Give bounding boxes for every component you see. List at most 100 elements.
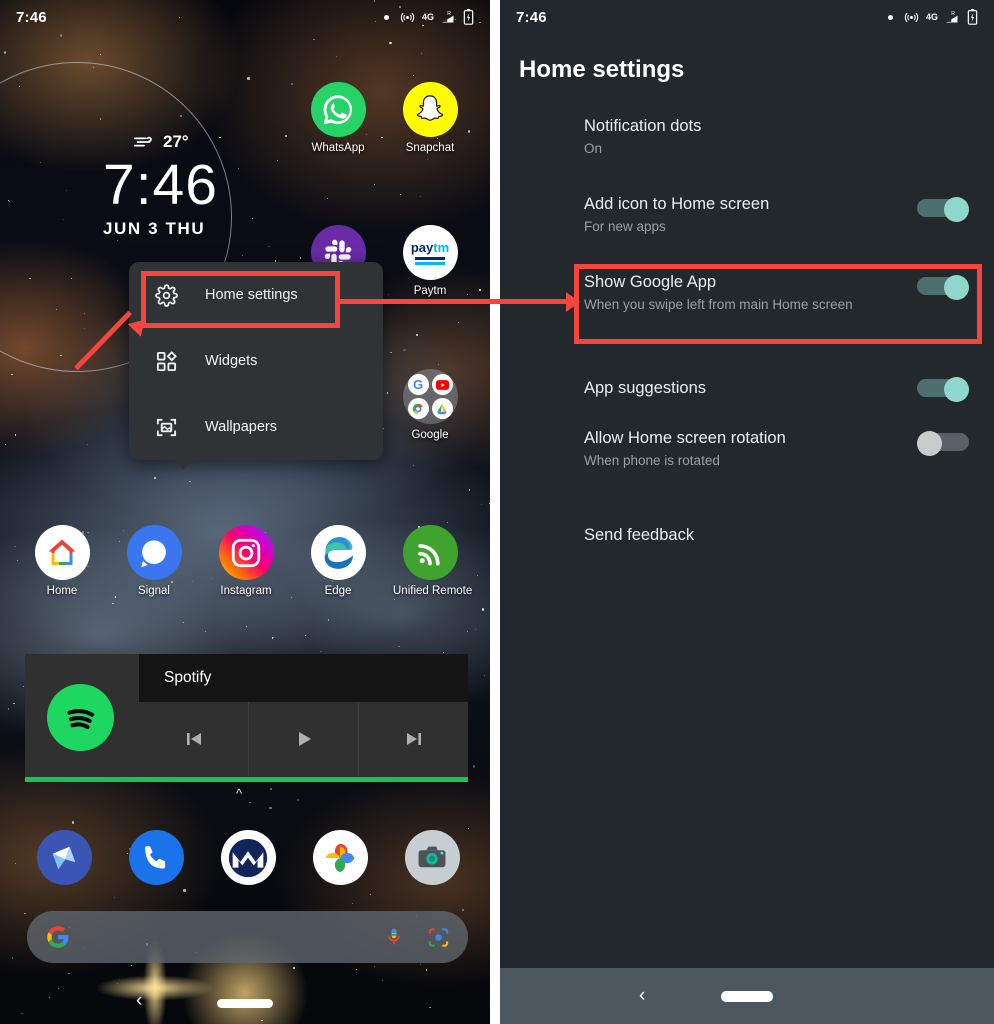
- setting-texts: App suggestions: [584, 377, 917, 399]
- menu-item-wallpapers[interactable]: Wallpapers: [129, 394, 383, 460]
- annotation-arrow-horizontal-line: [340, 299, 568, 304]
- app-home[interactable]: Home: [25, 525, 99, 597]
- dock-app-phone[interactable]: [119, 830, 193, 885]
- google-search-bar[interactable]: [27, 911, 468, 963]
- menu-item-widgets[interactable]: Widgets: [129, 328, 383, 394]
- toggle-allow-home-screen-rotation[interactable]: [917, 431, 969, 456]
- microphone-icon[interactable]: [383, 926, 405, 948]
- status-bar-icons: 4G R: [383, 9, 474, 25]
- toggle-thumb: [944, 377, 969, 402]
- spotify-widget[interactable]: Spotify: [25, 654, 468, 782]
- app-snapchat[interactable]: Snapchat: [393, 82, 467, 154]
- menu-tail: [172, 458, 194, 470]
- menu-item-label: Widgets: [205, 353, 258, 369]
- whatsapp-icon: [310, 82, 366, 137]
- google-photos-icon: [312, 830, 368, 885]
- app-label: WhatsApp: [311, 142, 365, 154]
- setting-row-allow-home-screen-rotation[interactable]: Allow Home screen rotation When phone is…: [500, 427, 994, 505]
- dock-app-mail[interactable]: [27, 830, 101, 885]
- setting-row-add-icon-to-home-screen[interactable]: Add icon to Home screen For new apps: [500, 193, 994, 271]
- app-label: Instagram: [220, 585, 272, 597]
- screenshot-root: 7:46 4G R 27° 7:46 JUN 3 THU WhatsApp Sn…: [0, 0, 994, 1024]
- toggle-thumb: [917, 431, 942, 456]
- navigation-bar: ‹: [500, 968, 994, 1024]
- setting-row-app-suggestions[interactable]: App suggestions: [500, 349, 994, 427]
- temperature-label: 27°: [163, 132, 189, 151]
- annotation-arrow-horizontal-head: [566, 292, 580, 312]
- weather-row[interactable]: 27°: [103, 132, 218, 152]
- network-type-label: 4G: [421, 12, 434, 22]
- app-unified-remote[interactable]: Unified Remote: [393, 525, 472, 597]
- app-signal[interactable]: Signal: [117, 525, 191, 597]
- panel-divider: [490, 0, 500, 1024]
- app-label: Google: [411, 429, 449, 441]
- setting-texts: Add icon to Home screen For new apps: [584, 193, 917, 236]
- page-title: Home settings: [519, 56, 685, 83]
- battery-charging-icon: [967, 9, 978, 25]
- clock-time: 7:46: [103, 153, 218, 217]
- dock-app-motorola[interactable]: [211, 830, 285, 885]
- app-paytm[interactable]: paytm Paytm: [393, 225, 467, 297]
- google-home-icon: [34, 525, 90, 580]
- hotspot-icon: [400, 12, 415, 22]
- windy-icon: [133, 136, 152, 147]
- spotify-previous-button[interactable]: [139, 702, 249, 776]
- dock-app-camera[interactable]: [395, 830, 469, 885]
- navigation-bar: ‹: [0, 978, 490, 1024]
- left-phone-home-screen: 7:46 4G R 27° 7:46 JUN 3 THU WhatsApp Sn…: [0, 0, 490, 1024]
- setting-subtitle: When phone is rotated: [584, 453, 720, 468]
- mail-app-icon: [36, 830, 92, 885]
- setting-subtitle: On: [584, 141, 603, 156]
- app-whatsapp[interactable]: WhatsApp: [301, 82, 375, 154]
- signal-roaming-icon: R: [442, 11, 454, 22]
- app-folder-google[interactable]: G Google: [393, 369, 467, 441]
- setting-title: Add icon to Home screen: [584, 195, 770, 213]
- notification-dot-icon: [383, 14, 389, 20]
- back-chevron-icon[interactable]: ‹: [136, 990, 142, 1012]
- google-g-icon: [47, 926, 69, 948]
- signal-icon: [126, 525, 182, 580]
- widgets-icon: [156, 350, 177, 371]
- app-label: Edge: [324, 585, 352, 597]
- spotify-next-button[interactable]: [359, 702, 468, 776]
- home-pill[interactable]: [217, 999, 273, 1008]
- status-bar-time: 7:46: [516, 8, 547, 26]
- google-folder-icon: G: [402, 369, 458, 424]
- app-label: Signal: [138, 585, 170, 597]
- app-label: Snapchat: [405, 142, 455, 154]
- setting-row-send-feedback[interactable]: Send feedback: [500, 505, 994, 565]
- setting-row-notification-dots[interactable]: Notification dots On: [500, 115, 994, 193]
- app-label: Home: [46, 585, 78, 597]
- back-chevron-icon[interactable]: ‹: [639, 985, 645, 1007]
- toggle-add-icon-to-home-screen[interactable]: [917, 197, 969, 222]
- spotify-title: Spotify: [164, 669, 212, 686]
- toggle-app-suggestions[interactable]: [917, 377, 969, 402]
- battery-charging-icon: [463, 9, 474, 25]
- clock-weather-widget[interactable]: 27° 7:46 JUN 3 THU: [103, 132, 218, 239]
- svg-text:R: R: [447, 11, 451, 17]
- spotify-play-button[interactable]: [249, 702, 359, 776]
- google-lens-icon[interactable]: [427, 926, 450, 949]
- right-phone-home-settings: 7:46 4G R Home settings Notification dot…: [500, 0, 994, 1024]
- annotation-box-home-settings: [141, 271, 340, 328]
- dock-app-photos[interactable]: [303, 830, 377, 885]
- hotspot-icon: [904, 12, 919, 22]
- instagram-icon: [218, 525, 274, 580]
- setting-subtitle: For new apps: [584, 219, 666, 234]
- spotify-controls: [139, 702, 468, 776]
- expand-chevron-icon[interactable]: ^: [236, 786, 242, 801]
- home-pill[interactable]: [721, 991, 773, 1002]
- spotify-title-bar: Spotify: [139, 654, 468, 702]
- app-instagram[interactable]: Instagram: [209, 525, 283, 597]
- snapchat-icon: [402, 82, 458, 137]
- spotify-progress-bar[interactable]: [25, 777, 468, 782]
- status-bar-icons: 4G R: [887, 9, 978, 25]
- camera-icon: [404, 830, 460, 885]
- menu-item-label: Wallpapers: [205, 419, 277, 435]
- clock-date: JUN 3 THU: [103, 219, 206, 238]
- phone-icon: [128, 830, 184, 885]
- next-icon: [406, 733, 421, 745]
- app-edge[interactable]: Edge: [301, 525, 375, 597]
- signal-roaming-icon: R: [946, 11, 958, 22]
- status-bar: 7:46 4G R: [0, 0, 490, 34]
